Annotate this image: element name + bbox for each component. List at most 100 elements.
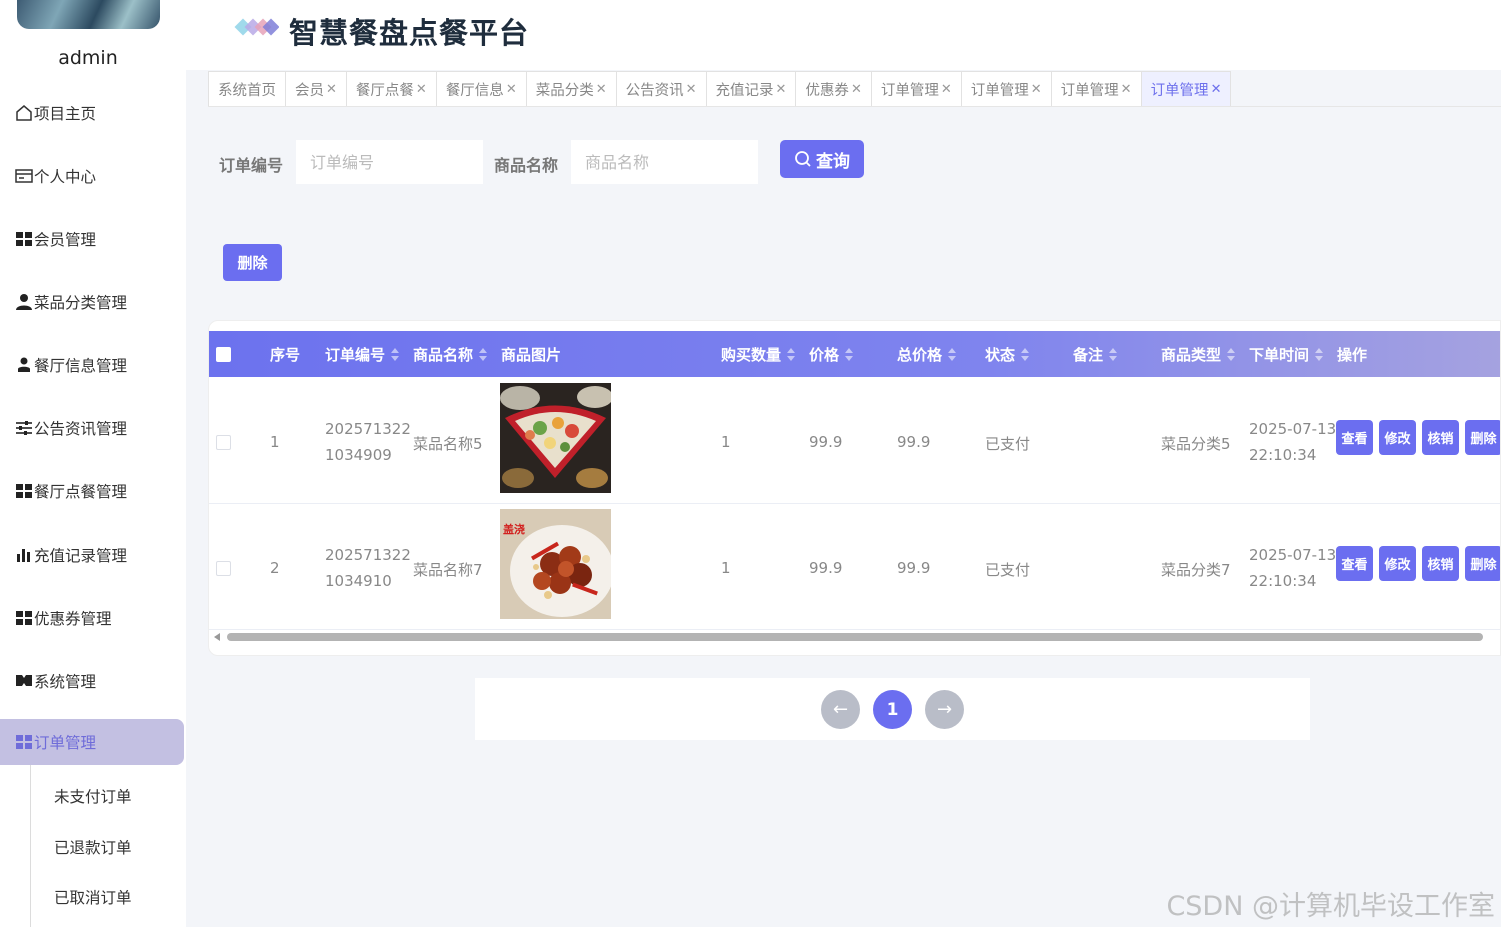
- col-goods-name[interactable]: 商品名称: [413, 331, 488, 377]
- row-checkbox[interactable]: [216, 435, 231, 450]
- view-button[interactable]: 查看: [1336, 546, 1373, 581]
- order-no-label: 订单编号: [219, 156, 284, 175]
- close-icon[interactable]: ✕: [326, 82, 337, 97]
- query-button[interactable]: 查询: [780, 140, 864, 178]
- col-remark[interactable]: 备注: [1073, 331, 1118, 377]
- menu-item-members[interactable]: 会员管理: [0, 216, 184, 262]
- sort-icon[interactable]: [948, 347, 957, 361]
- verify-button[interactable]: 核销: [1422, 420, 1459, 455]
- sort-icon[interactable]: [1109, 347, 1118, 361]
- row-delete-button[interactable]: 删除: [1465, 546, 1500, 581]
- user-icon: [14, 293, 33, 312]
- sort-icon[interactable]: [1227, 347, 1236, 361]
- close-icon[interactable]: ✕: [1211, 82, 1222, 97]
- col-status[interactable]: 状态: [985, 331, 1030, 377]
- tab-orders-1[interactable]: 订单管理 ✕: [871, 71, 962, 107]
- menu-item-dish-category[interactable]: 菜品分类管理: [0, 279, 184, 325]
- row-checkbox[interactable]: [216, 561, 231, 576]
- order-no-input[interactable]: [296, 140, 483, 184]
- delete-button[interactable]: 删除: [223, 244, 282, 281]
- menu-item-home[interactable]: 项目主页: [0, 90, 184, 136]
- col-total[interactable]: 总价格: [897, 331, 957, 377]
- col-order-no[interactable]: 订单编号: [325, 331, 400, 377]
- cell-goods-type: 菜品分类5: [1161, 435, 1231, 453]
- username: admin: [58, 47, 118, 69]
- sort-icon[interactable]: [1315, 347, 1324, 361]
- edit-button[interactable]: 修改: [1379, 546, 1416, 581]
- close-icon[interactable]: ✕: [596, 82, 607, 97]
- row-delete-button[interactable]: 删除: [1465, 420, 1500, 455]
- goods-image[interactable]: 盖浇: [500, 509, 611, 619]
- bar-chart-icon: [14, 546, 33, 565]
- tab-announcements[interactable]: 公告资讯 ✕: [616, 71, 707, 107]
- submenu-item-refunded[interactable]: 已退款订单: [54, 836, 132, 858]
- menu-item-dining-orders[interactable]: 餐厅点餐管理: [0, 468, 184, 514]
- scroll-left-icon[interactable]: [214, 633, 220, 641]
- sort-icon[interactable]: [391, 347, 400, 361]
- tab-recharge[interactable]: 充值记录 ✕: [706, 71, 797, 107]
- col-index: 序号: [270, 345, 301, 364]
- prev-page-button[interactable]: ←: [821, 690, 860, 729]
- sort-icon[interactable]: [1021, 347, 1030, 361]
- menu-item-coupons[interactable]: 优惠券管理: [0, 595, 184, 641]
- settings-icon: [14, 672, 33, 691]
- cell-goods-type: 菜品分类7: [1161, 561, 1231, 579]
- logo-icon: [234, 18, 279, 36]
- close-icon[interactable]: ✕: [416, 82, 427, 97]
- menu-item-orders[interactable]: 订单管理: [0, 719, 184, 765]
- verify-button[interactable]: 核销: [1422, 546, 1459, 581]
- close-icon[interactable]: ✕: [941, 82, 952, 97]
- home-icon: [14, 104, 33, 123]
- close-icon[interactable]: ✕: [776, 82, 787, 97]
- horizontal-scrollbar[interactable]: [209, 630, 1500, 644]
- tab-dish-category[interactable]: 菜品分类 ✕: [526, 71, 617, 107]
- edit-button[interactable]: 修改: [1379, 420, 1416, 455]
- view-button[interactable]: 查看: [1336, 420, 1373, 455]
- sliders-icon: [14, 419, 33, 438]
- svg-text:盖浇: 盖浇: [503, 522, 525, 536]
- cell-order-time: 2025-07-13 22:10:34: [1249, 546, 1337, 590]
- cell-goods-name: 菜品名称7: [413, 561, 483, 579]
- tab-orders-active[interactable]: 订单管理 ✕: [1141, 71, 1232, 107]
- goods-image[interactable]: [500, 383, 611, 493]
- submenu-line: [30, 765, 31, 927]
- menu-item-recharge[interactable]: 充值记录管理: [0, 532, 184, 578]
- tab-dining-orders[interactable]: 餐厅点餐 ✕: [346, 71, 437, 107]
- scroll-thumb[interactable]: [227, 633, 1483, 641]
- cell-status: 已支付: [985, 435, 1031, 453]
- tab-home[interactable]: 系统首页: [208, 71, 286, 107]
- close-icon[interactable]: ✕: [1121, 82, 1132, 97]
- col-ops: 操作: [1337, 345, 1368, 364]
- tab-restaurant-info[interactable]: 餐厅信息 ✕: [436, 71, 527, 107]
- page-1-button[interactable]: 1: [873, 690, 912, 729]
- col-order-time[interactable]: 下单时间: [1249, 331, 1324, 377]
- menu-item-system[interactable]: 系统管理: [0, 658, 184, 704]
- col-price[interactable]: 价格: [809, 331, 854, 377]
- sidebar: admin 项目主页 个人中心 会员管理 菜品分类管理 餐厅信息管理 公告资讯管: [0, 0, 186, 927]
- col-quantity[interactable]: 购买数量: [721, 331, 796, 377]
- grid-icon: [14, 733, 33, 752]
- sort-icon[interactable]: [479, 347, 488, 361]
- close-icon[interactable]: ✕: [686, 82, 697, 97]
- close-icon[interactable]: ✕: [506, 82, 517, 97]
- submenu-item-unpaid[interactable]: 未支付订单: [54, 785, 132, 807]
- close-icon[interactable]: ✕: [851, 82, 862, 97]
- submenu-item-cancelled[interactable]: 已取消订单: [54, 886, 132, 908]
- goods-name-input[interactable]: [571, 140, 758, 184]
- row-actions: 查看 修改 核销 删除: [1336, 546, 1500, 581]
- avatar[interactable]: [17, 0, 160, 29]
- sort-icon[interactable]: [845, 347, 854, 361]
- tab-coupons[interactable]: 优惠券 ✕: [796, 71, 872, 107]
- close-icon[interactable]: ✕: [1031, 82, 1042, 97]
- menu-item-announcements[interactable]: 公告资讯管理: [0, 405, 184, 451]
- col-goods-type[interactable]: 商品类型: [1161, 331, 1236, 377]
- card-icon: [14, 167, 33, 186]
- select-all-checkbox[interactable]: [216, 347, 231, 362]
- tab-members[interactable]: 会员 ✕: [286, 71, 347, 107]
- tab-orders-3[interactable]: 订单管理 ✕: [1051, 71, 1142, 107]
- menu-item-restaurant-info[interactable]: 餐厅信息管理: [0, 342, 184, 388]
- menu-item-profile[interactable]: 个人中心: [0, 153, 184, 199]
- tab-orders-2[interactable]: 订单管理 ✕: [961, 71, 1052, 107]
- sort-icon[interactable]: [787, 347, 796, 361]
- next-page-button[interactable]: →: [925, 690, 964, 729]
